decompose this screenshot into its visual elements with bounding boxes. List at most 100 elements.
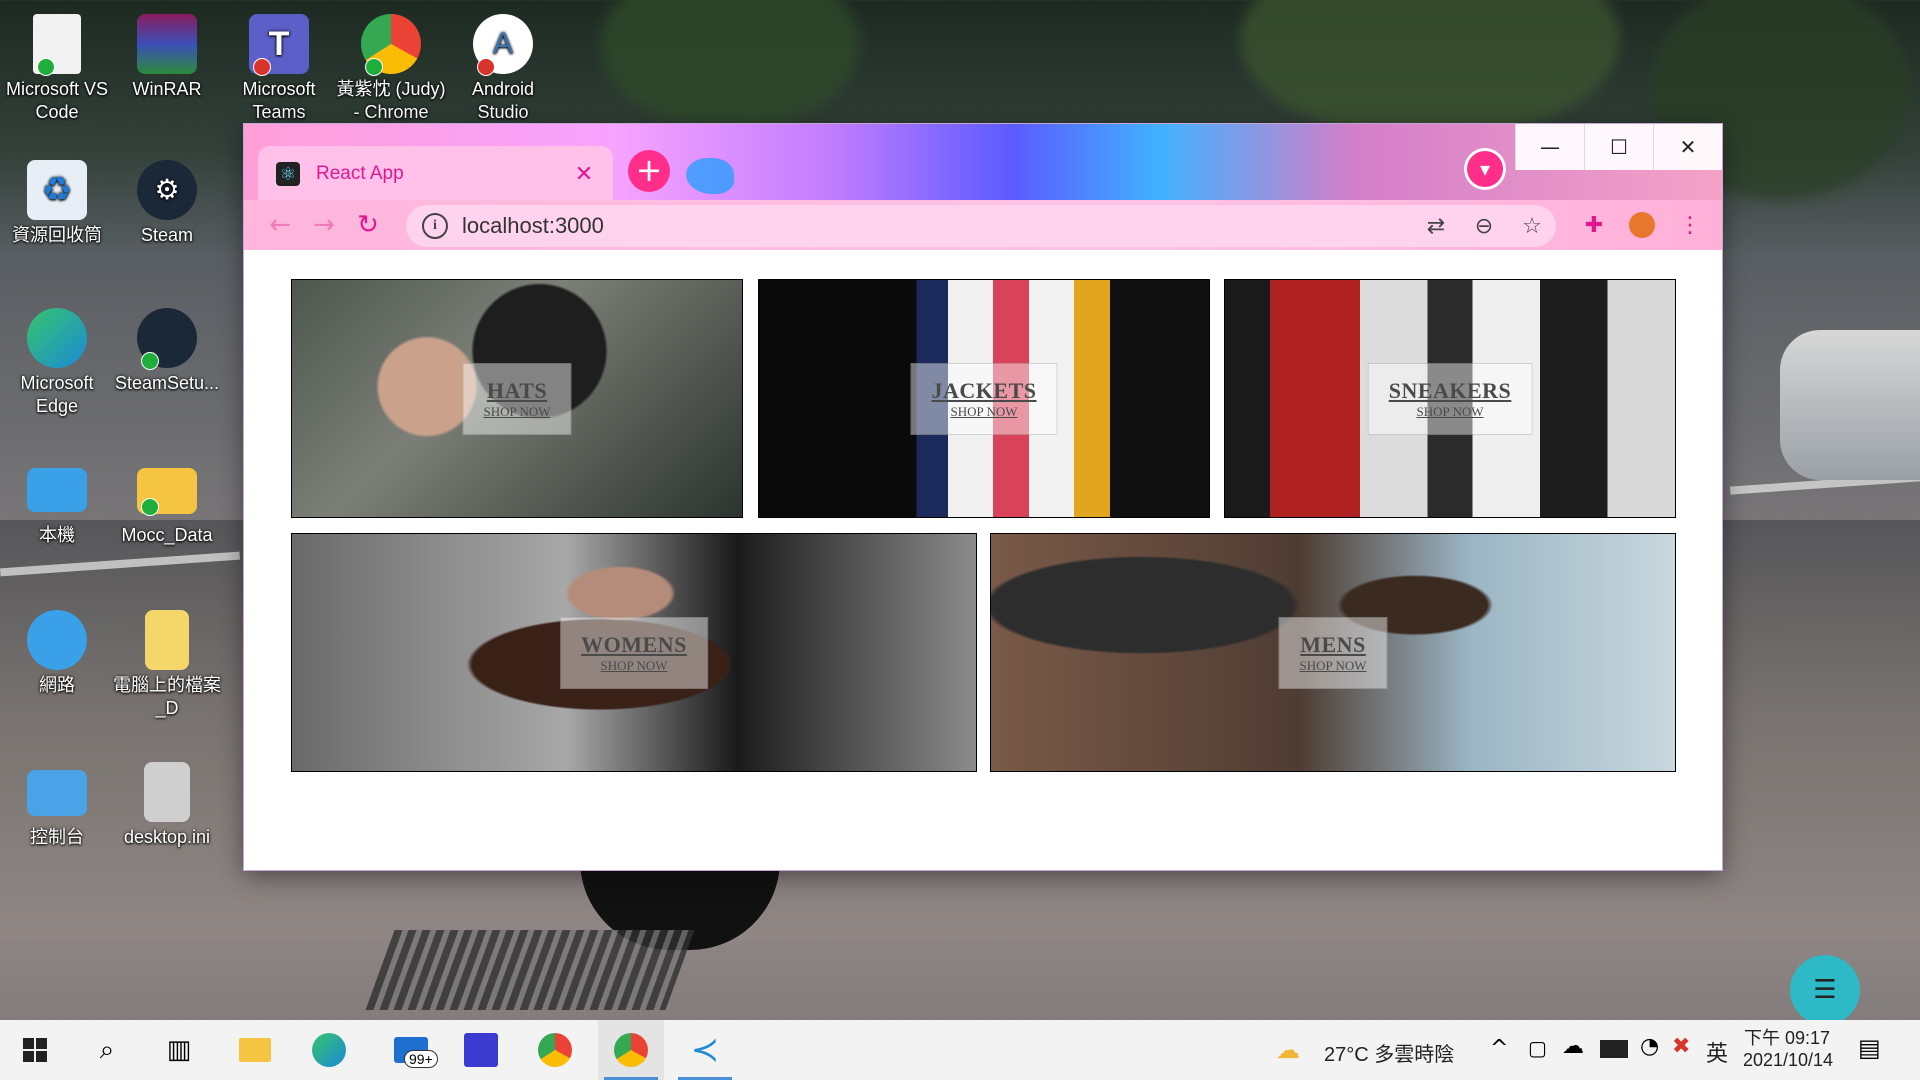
address-url[interactable]: localhost:3000 [462,213,1412,239]
sync-error-icon [253,58,271,76]
browser-window: ⚛ React App ✕ + ▾ — ☐ ✕ ← → ↻ i localhos… [244,124,1722,870]
notification-icon[interactable]: ▤ [1858,1034,1881,1062]
settings-file-icon [144,762,190,822]
vscode-icon: ≺ [690,1030,720,1070]
tab-title: React App [316,163,404,184]
desktop-icon-this-pc[interactable]: 本機 [2,460,112,547]
zoom-out-icon[interactable]: ⊖ [1460,206,1508,246]
taskbar-chrome-profile[interactable] [598,1020,664,1080]
taskbar-file-explorer[interactable] [222,1020,288,1080]
desktop-icon-teams[interactable]: T Microsoft Teams [224,14,334,124]
start-button[interactable] [2,1020,68,1080]
dropbox-icon[interactable]: ✖ [1672,1034,1690,1059]
wallpaper-tree [600,0,860,130]
winrar-icon [137,14,197,74]
category-card-mens[interactable]: MENS SHOP NOW [990,533,1676,772]
desktop-icon-control-panel[interactable]: 控制台 [2,762,112,849]
chrome-icon [614,1033,648,1067]
menu-icon[interactable]: ⋮ [1670,205,1710,245]
translate-icon[interactable]: ⇄ [1412,206,1460,246]
weather-icon[interactable]: ☁ [1276,1036,1300,1064]
folder-icon [239,1038,271,1062]
extensions-icon[interactable]: ✚ [1574,205,1614,245]
desktop-icon-edge[interactable]: Microsoft Edge [2,308,112,418]
desktop-icon-chrome-profile[interactable]: 黃紫忱 (Judy) - Chrome [336,14,446,124]
window-controls: — ☐ ✕ [1515,124,1722,170]
back-button[interactable]: ← [258,205,302,245]
browser-toolbar: ← → ↻ i localhost:3000 ⇄ ⊖ ☆ ✚ ⋮ [244,200,1722,250]
forward-button[interactable]: → [302,205,346,245]
category-card-sneakers[interactable]: SNEAKERS SHOP NOW [1224,279,1676,518]
android-studio-icon: A [473,14,533,76]
profile-avatar[interactable] [1622,205,1662,245]
desktop-icon-steam[interactable]: ⚙ Steam [112,160,222,247]
reload-button[interactable]: ↻ [346,205,390,245]
category-label[interactable]: MENS SHOP NOW [1278,616,1388,689]
desktop-icon-network[interactable]: 網路 [2,610,112,697]
star-icon[interactable]: ☆ [1508,206,1556,246]
basketball-icon [1629,212,1655,238]
taskbar-app-a[interactable] [448,1020,514,1080]
page-content: HATS SHOP NOW JACKETS SHOP NOW SNEAKERS … [244,250,1722,870]
search-icon: ⌕ [99,1034,115,1065]
meet-now-icon[interactable]: ▢ [1528,1036,1547,1060]
category-card-jackets[interactable]: JACKETS SHOP NOW [758,279,1210,518]
search-button[interactable]: ⌕ [74,1020,140,1080]
category-label[interactable]: WOMENS SHOP NOW [560,616,708,689]
desktop-icon-winrar[interactable]: WinRAR [112,14,222,101]
tab-search-button[interactable]: ▾ [1464,148,1506,190]
wifi-icon[interactable]: ◔ [1640,1034,1659,1059]
settings-sliders-button[interactable]: ☰ [1790,955,1860,1025]
desktop-icon-files-d[interactable]: 電腦上的檔案_D [112,610,222,720]
desktop-icon-vscode[interactable]: Microsoft VS Code [2,14,112,124]
ime-indicator[interactable]: 英 [1706,1036,1728,1068]
reload-icon: ↻ [357,210,379,240]
desktop-icon-mocc-data[interactable]: Mocc_Data [112,460,222,547]
taskbar-edge[interactable] [296,1020,362,1080]
desktop-icon-desktop-ini[interactable]: desktop.ini [112,762,222,849]
chevron-down-icon: ▾ [1479,157,1491,181]
task-view-button[interactable]: ▥ [146,1020,212,1080]
network-icon [27,610,87,670]
close-button[interactable]: ✕ [1653,124,1722,170]
category-label[interactable]: SNEAKERS SHOP NOW [1367,362,1533,435]
info-icon[interactable]: i [422,213,448,239]
desktop-icon-android-studio[interactable]: A Android Studio [448,14,558,124]
clock-date[interactable]: 2021/10/14 [1738,1050,1838,1071]
desktop-icon-steamsetup[interactable]: SteamSetu... [112,308,222,395]
tab-close-icon[interactable]: ✕ [571,161,597,187]
wallpaper-drain [365,930,695,1010]
teams-icon: T [249,14,309,76]
category-label[interactable]: JACKETS SHOP NOW [910,362,1058,435]
clock-time[interactable]: 下午 09:17 [1742,1024,1832,1050]
computer-icon [27,468,87,512]
tab-react-app[interactable]: ⚛ React App ✕ [258,146,613,202]
new-tab-button[interactable]: + [628,150,670,192]
weather-text[interactable]: 27°C 多雲時陰 [1324,1038,1454,1067]
taskbar-mail[interactable]: 99+ [378,1020,444,1080]
maximize-button[interactable]: ☐ [1584,124,1653,170]
folder-icon [145,610,189,670]
address-bar[interactable]: i localhost:3000 ⇄ ⊖ ☆ [406,205,1556,247]
sliders-icon: ☰ [1813,975,1837,1005]
wallpaper-car [1780,330,1920,480]
cloud-icon[interactable]: ☁ [1562,1034,1584,1059]
wallpaper-tree [1240,0,1620,140]
category-card-hats[interactable]: HATS SHOP NOW [291,279,743,518]
taskbar-chrome[interactable] [522,1020,588,1080]
chrome-icon [538,1033,572,1067]
category-card-womens[interactable]: WOMENS SHOP NOW [291,533,977,772]
sync-ok-icon [141,352,159,370]
taskbar-vscode[interactable]: ≺ [672,1020,738,1080]
folder-icon [137,468,197,516]
sync-ok-icon [37,58,55,76]
chevron-up-icon[interactable]: ^ [1490,1036,1508,1061]
minimize-button[interactable]: — [1515,124,1584,170]
sync-ok-icon [365,58,383,76]
steam-icon: ⚙ [137,160,197,220]
category-label[interactable]: HATS SHOP NOW [462,362,572,435]
battery-icon[interactable] [1600,1040,1628,1058]
edge-icon [27,308,87,368]
desktop-icon-recycle-bin[interactable]: ♻ 資源回收筒 [2,160,112,247]
edge-icon [312,1033,346,1067]
